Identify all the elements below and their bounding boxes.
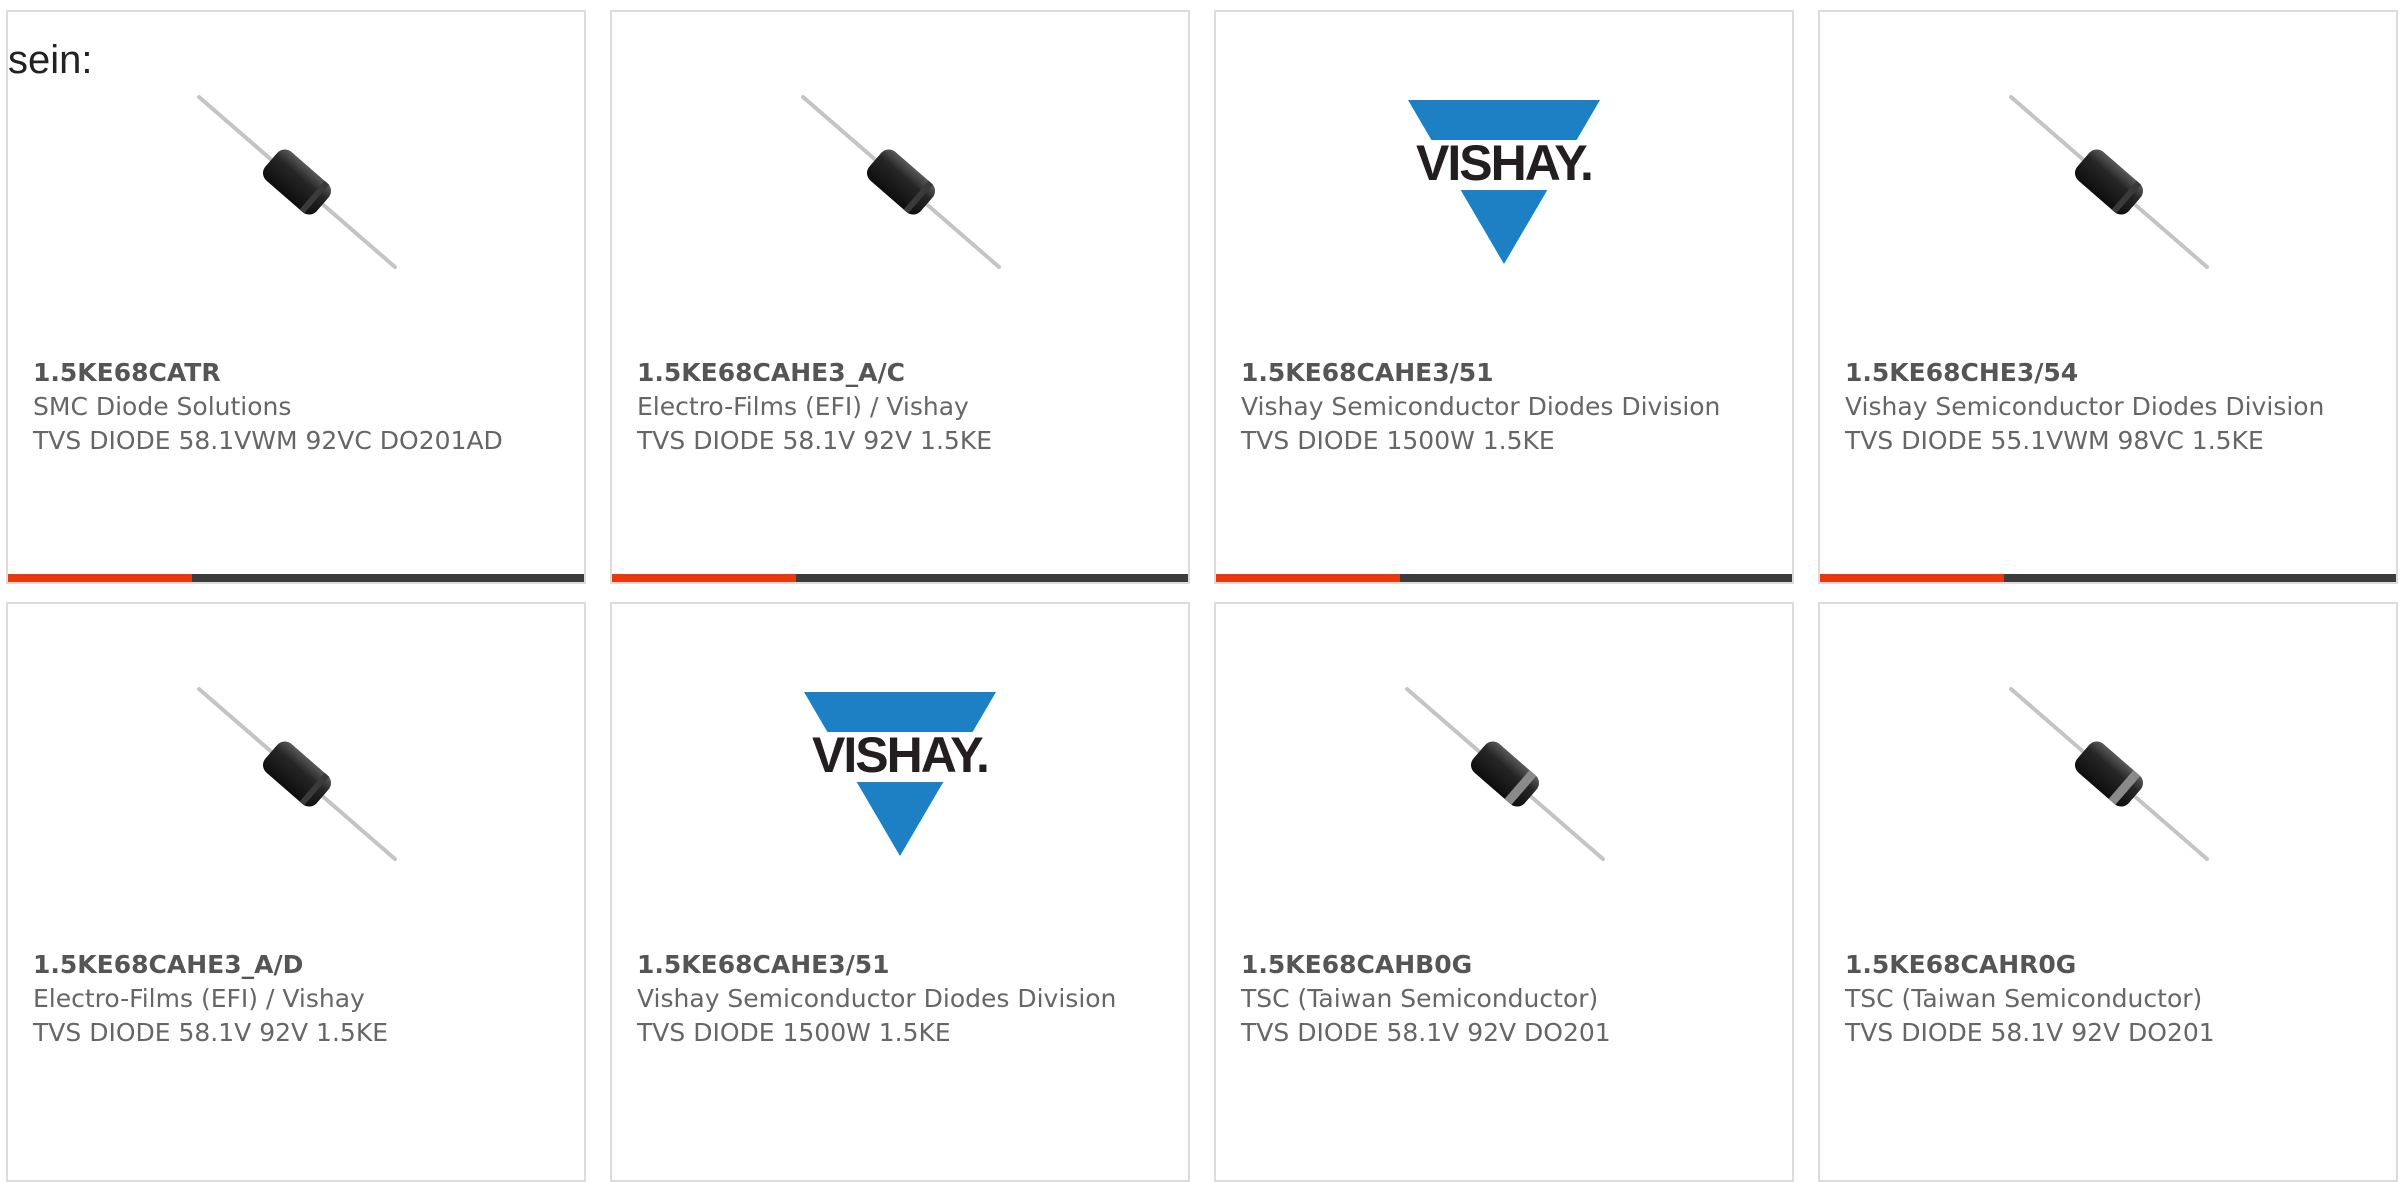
product-card[interactable]: 1.5KE68CAHR0G TSC (Taiwan Semiconductor)… [1818, 602, 2398, 1182]
diode-image-icon [2008, 82, 2210, 284]
product-info: 1.5KE68CATR SMC Diode Solutions TVS DIOD… [33, 356, 553, 458]
diode-image-icon [1404, 674, 1606, 876]
manufacturer: Electro-Films (EFI) / Vishay [637, 392, 969, 421]
product-card[interactable]: 1.5KE68CAHE3_A/D Electro-Films (EFI) / V… [6, 602, 586, 1182]
description: TVS DIODE 1500W 1.5KE [1241, 426, 1555, 455]
intro-text: sein: [8, 38, 93, 82]
progress-fill [8, 574, 193, 582]
product-card[interactable]: 1.5KE68CAHE3_A/C Electro-Films (EFI) / V… [610, 10, 1190, 584]
description: TVS DIODE 58.1V 92V 1.5KE [33, 1018, 389, 1047]
product-card[interactable]: VISHAY. 1.5KE68CAHE3/51 Vishay Semicondu… [610, 602, 1190, 1182]
product-info: 1.5KE68CAHB0G TSC (Taiwan Semiconductor)… [1241, 948, 1761, 1050]
progress-bar [8, 574, 584, 582]
manufacturer: SMC Diode Solutions [33, 392, 292, 421]
product-info: 1.5KE68CAHE3/51 Vishay Semiconductor Dio… [637, 948, 1157, 1050]
description: TVS DIODE 58.1V 92V 1.5KE [637, 426, 993, 455]
vishay-logo-icon: VISHAY. [800, 674, 1002, 876]
progress-fill [612, 574, 797, 582]
diode-image-icon [2008, 674, 2210, 876]
progress-fill [1820, 574, 2005, 582]
manufacturer: Vishay Semiconductor Diodes Division [637, 984, 1117, 1013]
description: TVS DIODE 58.1VWM 92VC DO201AD [33, 426, 503, 455]
part-number[interactable]: 1.5KE68CAHE3_A/C [637, 356, 1157, 390]
part-number[interactable]: 1.5KE68CHE3/54 [1845, 356, 2365, 390]
part-number[interactable]: 1.5KE68CAHE3/51 [637, 948, 1157, 982]
product-card[interactable]: 1.5KE68CATR SMC Diode Solutions TVS DIOD… [6, 10, 586, 584]
progress-fill [1216, 574, 1401, 582]
product-info: 1.5KE68CAHE3/51 Vishay Semiconductor Dio… [1241, 356, 1761, 458]
svg-text:VISHAY.: VISHAY. [1416, 135, 1592, 191]
diode-image-icon [196, 82, 398, 284]
part-number[interactable]: 1.5KE68CATR [33, 356, 553, 390]
diode-image-icon [196, 674, 398, 876]
vishay-logo-icon: VISHAY. [1404, 82, 1606, 284]
product-info: 1.5KE68CHE3/54 Vishay Semiconductor Diod… [1845, 356, 2365, 458]
product-card[interactable]: VISHAY. 1.5KE68CAHE3/51 Vishay Semicondu… [1214, 10, 1794, 584]
manufacturer: Vishay Semiconductor Diodes Division [1241, 392, 1721, 421]
product-card[interactable]: 1.5KE68CHE3/54 Vishay Semiconductor Diod… [1818, 10, 2398, 584]
manufacturer: Vishay Semiconductor Diodes Division [1845, 392, 2325, 421]
part-number[interactable]: 1.5KE68CAHE3_A/D [33, 948, 553, 982]
description: TVS DIODE 58.1V 92V DO201 [1845, 1018, 2215, 1047]
progress-bar [1216, 574, 1792, 582]
progress-bar [1820, 574, 2396, 582]
product-info: 1.5KE68CAHE3_A/D Electro-Films (EFI) / V… [33, 948, 553, 1050]
part-number[interactable]: 1.5KE68CAHE3/51 [1241, 356, 1761, 390]
product-card[interactable]: 1.5KE68CAHB0G TSC (Taiwan Semiconductor)… [1214, 602, 1794, 1182]
description: TVS DIODE 55.1VWM 98VC 1.5KE [1845, 426, 2264, 455]
product-grid: 1.5KE68CATR SMC Diode Solutions TVS DIOD… [0, 0, 2400, 1182]
manufacturer: TSC (Taiwan Semiconductor) [1241, 984, 1599, 1013]
part-number[interactable]: 1.5KE68CAHR0G [1845, 948, 2365, 982]
progress-bar [612, 574, 1188, 582]
description: TVS DIODE 58.1V 92V DO201 [1241, 1018, 1611, 1047]
svg-text:VISHAY.: VISHAY. [812, 727, 988, 783]
manufacturer: TSC (Taiwan Semiconductor) [1845, 984, 2203, 1013]
manufacturer: Electro-Films (EFI) / Vishay [33, 984, 365, 1013]
diode-image-icon [800, 82, 1002, 284]
part-number[interactable]: 1.5KE68CAHB0G [1241, 948, 1761, 982]
description: TVS DIODE 1500W 1.5KE [637, 1018, 951, 1047]
product-info: 1.5KE68CAHR0G TSC (Taiwan Semiconductor)… [1845, 948, 2365, 1050]
product-info: 1.5KE68CAHE3_A/C Electro-Films (EFI) / V… [637, 356, 1157, 458]
